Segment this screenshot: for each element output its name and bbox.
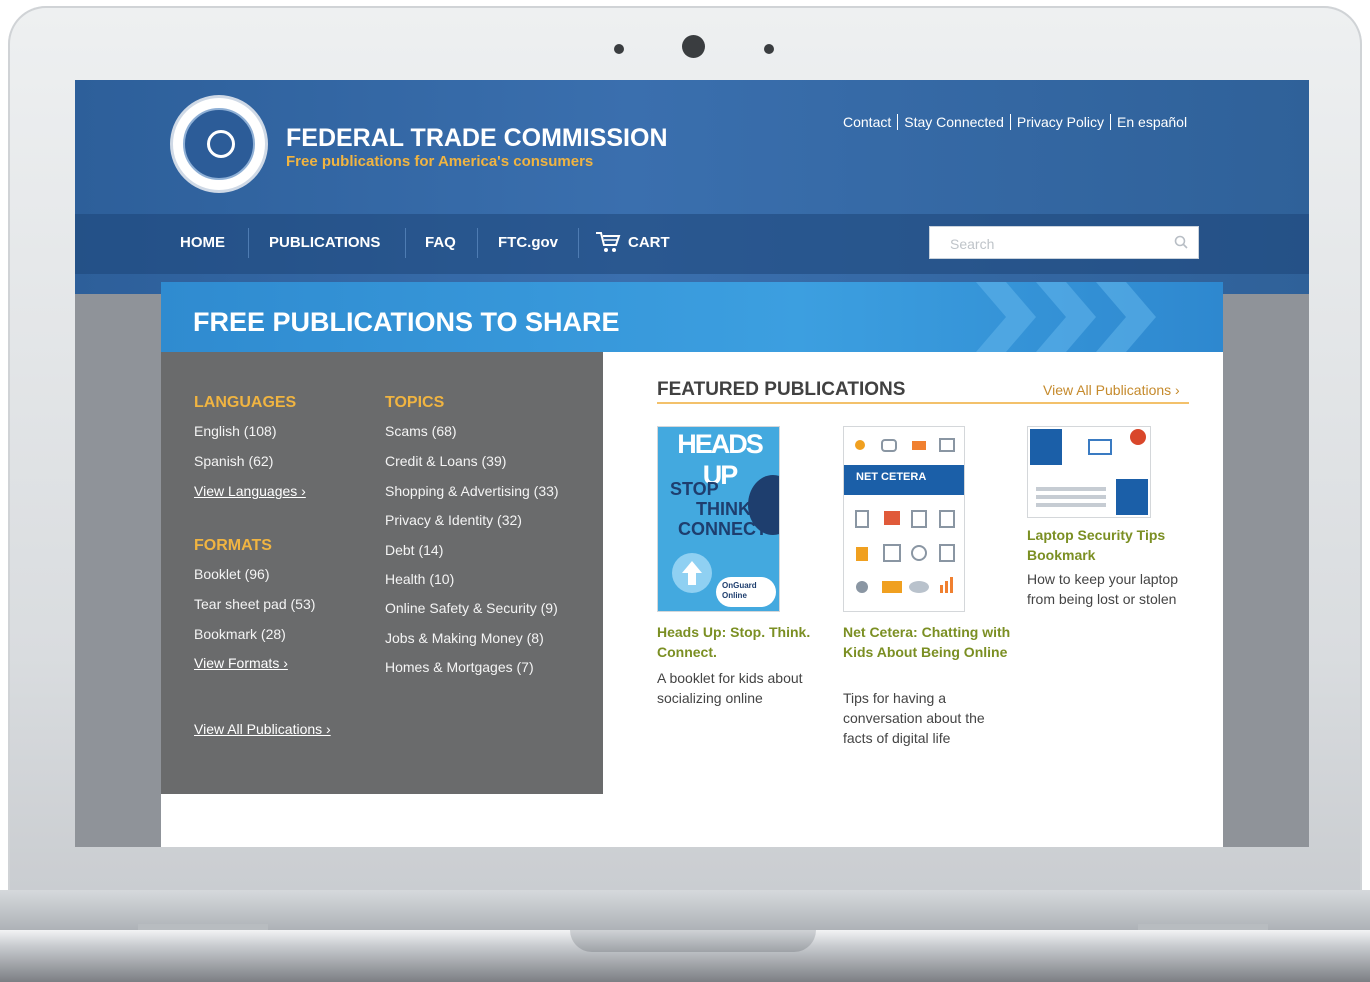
nav-ftc-gov[interactable]: FTC.gov xyxy=(498,234,558,251)
format-item-tear-sheet[interactable]: Tear sheet pad (53) xyxy=(194,596,315,612)
nav-faq[interactable]: FAQ xyxy=(425,234,456,251)
heads-up-cover[interactable]: HEADS UP STOP THINK CONNECT OnGuard Onli… xyxy=(657,426,780,612)
nav-home[interactable]: HOME xyxy=(180,234,225,251)
stay-connected-link[interactable]: Stay Connected xyxy=(898,114,1011,130)
nav-divider xyxy=(405,228,406,258)
view-languages-link[interactable]: View Languages › xyxy=(194,483,306,499)
net-cetera-icons-grid xyxy=(855,510,955,593)
cart-icon[interactable] xyxy=(595,230,621,254)
bookmark-red-circle xyxy=(1130,429,1146,445)
featured-heading: FEATURED PUBLICATIONS xyxy=(657,379,906,400)
view-all-publications-link[interactable]: View All Publications › xyxy=(194,721,331,737)
banner-title: FREE PUBLICATIONS TO SHARE xyxy=(193,307,620,337)
language-item-spanish[interactable]: Spanish (62) xyxy=(194,453,273,469)
topic-item-online-safety[interactable]: Online Safety & Security (9) xyxy=(385,600,558,616)
nav-cart[interactable]: CART xyxy=(628,234,670,251)
format-item-booklet[interactable]: Booklet (96) xyxy=(194,566,269,582)
laptop-bookmark-cover[interactable] xyxy=(1027,426,1151,518)
search-input[interactable]: Search xyxy=(929,226,1199,259)
cover-word-think: THINK xyxy=(696,499,751,519)
pub-desc-laptop-security: How to keep your laptop from being lost … xyxy=(1027,571,1178,607)
laptop-frame: FEDERAL TRADE COMMISSION Free publicatio… xyxy=(0,0,1370,982)
browser-screen: FEDERAL TRADE COMMISSION Free publicatio… xyxy=(75,80,1309,847)
nav-publications[interactable]: PUBLICATIONS xyxy=(269,234,380,251)
ftc-seal-logo[interactable] xyxy=(173,98,265,190)
bookmark-blue-tab-top xyxy=(1030,429,1062,465)
languages-heading: LANGUAGES xyxy=(194,394,297,411)
banner: FREE PUBLICATIONS TO SHARE xyxy=(161,282,1223,352)
site-subtitle: Free publications for America's consumer… xyxy=(286,153,594,170)
espanol-link[interactable]: En español xyxy=(1111,114,1193,130)
laptop-notch xyxy=(570,930,816,952)
language-item-english[interactable]: English (108) xyxy=(194,423,277,439)
net-cetera-cover[interactable]: NET CETERA xyxy=(843,426,965,612)
format-item-bookmark[interactable]: Bookmark (28) xyxy=(194,626,286,642)
bookmark-laptop-graphic xyxy=(1088,439,1112,455)
cover-word-stop: STOP xyxy=(670,479,719,499)
search-icon[interactable] xyxy=(1174,235,1188,249)
search-placeholder: Search xyxy=(950,236,995,252)
topics-heading: TOPICS xyxy=(385,394,445,411)
pub-title-net-cetera[interactable]: Net Cetera: Chatting with Kids About Bei… xyxy=(843,622,1011,662)
nav-divider xyxy=(578,228,579,258)
contact-link[interactable]: Contact xyxy=(843,114,899,130)
camera-lens xyxy=(682,35,705,58)
featured-section: FEATURED PUBLICATIONS View All Publicati… xyxy=(603,352,1223,847)
view-formats-link[interactable]: View Formats › xyxy=(194,655,288,671)
topic-item-scams[interactable]: Scams (68) xyxy=(385,423,457,439)
chevrons-decoration xyxy=(976,282,1156,352)
sidebar-footer-space xyxy=(161,794,603,847)
privacy-policy-link[interactable]: Privacy Policy xyxy=(1011,114,1112,130)
topic-item-homes[interactable]: Homes & Mortgages (7) xyxy=(385,659,534,675)
topic-item-shopping[interactable]: Shopping & Advertising (33) xyxy=(385,483,559,499)
pub-desc-net-cetera: Tips for having a conversation about the… xyxy=(843,690,985,746)
topic-item-debt[interactable]: Debt (14) xyxy=(385,542,443,558)
site-header: FEDERAL TRADE COMMISSION Free publicatio… xyxy=(75,80,1309,294)
browse-sidebar: LANGUAGES English (108) Spanish (62) Vie… xyxy=(161,352,603,794)
topic-item-jobs[interactable]: Jobs & Making Money (8) xyxy=(385,630,544,646)
pub-desc-heads-up: A booklet for kids about socializing onl… xyxy=(657,670,803,706)
net-cetera-band: NET CETERA xyxy=(844,465,964,495)
scales-icon xyxy=(207,130,235,158)
camera-dot-left xyxy=(614,44,624,54)
topic-item-credit[interactable]: Credit & Loans (39) xyxy=(385,453,506,469)
bookmark-text-lines xyxy=(1036,487,1106,491)
featured-divider xyxy=(657,402,1189,404)
up-arrow-icon xyxy=(672,553,712,593)
featured-view-all-link[interactable]: View All Publications › xyxy=(1043,382,1180,398)
site-title[interactable]: FEDERAL TRADE COMMISSION xyxy=(286,124,668,153)
onguard-logo-text: OnGuard Online xyxy=(722,581,757,600)
bookmark-blue-tab-bottom xyxy=(1116,479,1148,515)
topic-item-privacy[interactable]: Privacy & Identity (32) xyxy=(385,512,522,528)
seal-inner xyxy=(183,108,255,180)
topic-item-health[interactable]: Health (10) xyxy=(385,571,454,587)
pub-title-heads-up[interactable]: Heads Up: Stop. Think. Connect. xyxy=(657,622,825,662)
formats-heading: FORMATS xyxy=(194,537,272,554)
net-cetera-band-text: NET CETERA xyxy=(856,471,927,483)
nav-divider xyxy=(248,228,249,258)
onguard-logo: OnGuard Online xyxy=(716,577,776,607)
camera-dot-right xyxy=(764,44,774,54)
utility-links: Contact Stay Connected Privacy Policy En… xyxy=(843,114,1193,130)
net-cetera-icons-top xyxy=(855,438,955,452)
nav-divider xyxy=(477,228,478,258)
pub-title-laptop-security[interactable]: Laptop Security Tips Bookmark xyxy=(1027,525,1187,565)
